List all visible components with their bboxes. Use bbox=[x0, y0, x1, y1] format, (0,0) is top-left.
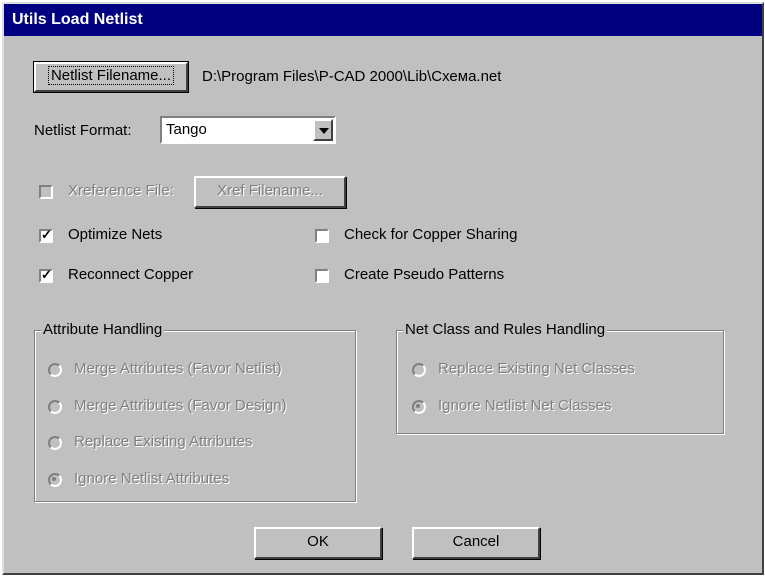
merge-favor-netlist-label: Merge Attributes (Favor Netlist) bbox=[74, 360, 282, 377]
netlist-filename-label: Netlist Filename... bbox=[47, 66, 175, 85]
check-copper-sharing-label: Check for Copper Sharing bbox=[344, 226, 518, 243]
replace-net-classes-radio[interactable] bbox=[412, 363, 426, 377]
checkmark-icon: ✓ bbox=[41, 267, 52, 282]
cancel-label: Cancel bbox=[452, 533, 500, 550]
replace-net-classes-label: Replace Existing Net Classes bbox=[438, 360, 635, 377]
attribute-handling-title: Attribute Handling bbox=[41, 321, 165, 338]
create-pseudo-patterns-checkbox[interactable] bbox=[315, 269, 329, 283]
net-class-handling-title: Net Class and Rules Handling bbox=[403, 321, 608, 338]
xreference-checkbox[interactable] bbox=[39, 185, 53, 199]
load-netlist-dialog: Utils Load Netlist Netlist Filename... D… bbox=[2, 2, 764, 575]
cancel-button[interactable]: Cancel bbox=[412, 527, 540, 559]
netlist-format-value: Tango bbox=[166, 121, 207, 138]
ok-button[interactable]: OK bbox=[254, 527, 382, 559]
title-bar: Utils Load Netlist bbox=[4, 4, 762, 36]
merge-favor-design-radio[interactable] bbox=[48, 400, 62, 414]
ignore-netlist-attributes-radio[interactable] bbox=[48, 473, 62, 487]
ignore-netlist-attributes-label: Ignore Netlist Attributes bbox=[74, 470, 230, 487]
netlist-filename-button[interactable]: Netlist Filename... bbox=[33, 61, 189, 93]
replace-existing-attributes-label: Replace Existing Attributes bbox=[74, 433, 253, 450]
window-title: Utils Load Netlist bbox=[12, 11, 143, 28]
ok-label: OK bbox=[307, 533, 329, 550]
ignore-net-classes-label: Ignore Netlist Net Classes bbox=[438, 397, 612, 414]
reconnect-copper-checkbox[interactable]: ✓ bbox=[39, 267, 53, 283]
xreference-label: Xreference File: bbox=[68, 182, 174, 199]
ignore-net-classes-radio[interactable] bbox=[412, 400, 426, 414]
netlist-path: D:\Program Files\P-CAD 2000\Lib\Схема.ne… bbox=[202, 68, 502, 85]
chevron-down-icon[interactable] bbox=[313, 119, 333, 141]
checkmark-icon: ✓ bbox=[41, 227, 52, 242]
netlist-format-select[interactable]: Tango bbox=[160, 116, 336, 144]
xref-filename-button[interactable]: Xref Filename... bbox=[194, 176, 346, 208]
netlist-format-label: Netlist Format: bbox=[34, 122, 132, 139]
merge-favor-netlist-radio[interactable] bbox=[48, 363, 62, 377]
reconnect-copper-label: Reconnect Copper bbox=[68, 266, 194, 283]
optimize-nets-checkbox[interactable]: ✓ bbox=[39, 227, 53, 243]
merge-favor-design-label: Merge Attributes (Favor Design) bbox=[74, 397, 287, 414]
net-class-handling-group: Net Class and Rules Handling bbox=[396, 321, 724, 434]
create-pseudo-patterns-label: Create Pseudo Patterns bbox=[344, 266, 505, 283]
replace-existing-attributes-radio[interactable] bbox=[48, 436, 62, 450]
xref-filename-label: Xref Filename... bbox=[217, 182, 323, 199]
optimize-nets-label: Optimize Nets bbox=[68, 226, 163, 243]
xreference-label-text: Xreference File: bbox=[68, 182, 174, 199]
check-copper-sharing-checkbox[interactable] bbox=[315, 229, 329, 243]
